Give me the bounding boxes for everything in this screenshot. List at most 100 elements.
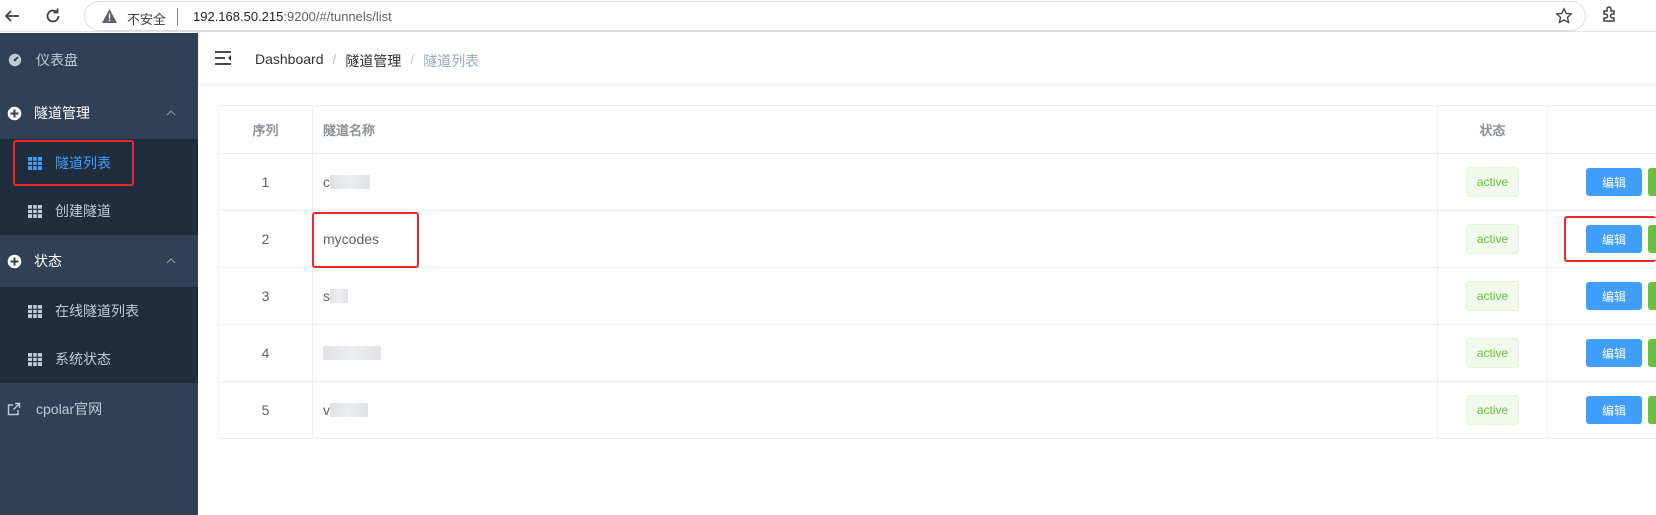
breadcrumb: Dashboard / 隧道管理 / 隧道列表 [255,51,479,71]
redacted-text [323,346,381,360]
header-name: 隧道名称 [313,106,1438,153]
breadcrumb-current: 隧道列表 [423,53,480,69]
sidebar-group-tunnel-mgmt[interactable]: 隧道管理 [0,92,198,134]
table-grid-icon [27,203,43,219]
sidebar-group-status[interactable]: 状态 [0,240,198,282]
sidebar-label-create-tunnel: 创建隧道 [55,203,111,219]
row-index: 5 [219,382,313,438]
sidebar-label-status: 状态 [34,253,62,269]
reload-icon[interactable] [41,4,65,28]
secondary-action-button[interactable] [1648,168,1656,196]
edit-button[interactable]: 编辑 [1586,168,1642,196]
redacted-text [330,175,370,189]
row-actions: 编辑 [1548,268,1656,324]
row-actions: 编辑 [1548,154,1656,210]
sidebar-label-dashboard: 仪表盘 [36,52,78,68]
url-text: 192.168.50.215:9200/#/tunnels/list [193,9,392,24]
tunnel-table: 序列 隧道名称 状态 1 c active 编辑 2 mycodes activ… [218,105,1656,439]
chevron-up-icon [166,255,176,267]
sidebar-item-official-site[interactable]: cpolar官网 [0,388,198,430]
address-bar[interactable]: 不安全 192.168.50.215:9200/#/tunnels/list [84,1,1586,31]
secondary-action-button[interactable] [1648,339,1656,367]
table-grid-icon [27,303,43,319]
row-status: active [1438,211,1548,267]
sidebar-item-system-status[interactable]: 系统状态 [0,335,198,383]
row-index: 2 [219,211,313,267]
row-status: active [1438,325,1548,381]
sidebar-item-online-tunnels[interactable]: 在线隧道列表 [0,287,198,335]
extensions-puzzle-icon[interactable] [1600,4,1620,29]
dashboard-gauge-icon [7,52,23,68]
warning-icon [101,8,118,29]
sidebar-label-online-tunnels: 在线隧道列表 [55,303,139,319]
secondary-action-button[interactable] [1648,225,1656,253]
status-tag: active [1465,224,1520,254]
row-status: active [1438,382,1548,438]
row-name: c [313,154,1438,210]
row-actions: 编辑 [1548,211,1656,267]
table-row: 1 c active 编辑 [219,154,1656,211]
sidebar: 仪表盘 隧道管理 隧道列表 创建隧道 状态 在线隧道列表 系统状态 cpolar… [0,33,198,515]
status-tag: active [1465,338,1520,368]
url-path: :9200/#/tunnels/list [283,9,392,24]
sidebar-item-tunnel-list[interactable]: 隧道列表 [0,139,198,187]
row-name: mycodes [313,211,1438,267]
redacted-text [330,289,348,303]
edit-button[interactable]: 编辑 [1586,339,1642,367]
row-actions: 编辑 [1548,382,1656,438]
table-grid-icon [27,351,43,367]
row-name-text: mycodes [323,231,380,247]
row-status: active [1438,268,1548,324]
status-tag: active [1465,167,1520,197]
edit-button[interactable]: 编辑 [1586,225,1642,253]
back-arrow-icon[interactable] [0,4,24,28]
secondary-action-button[interactable] [1648,282,1656,310]
row-name: v [313,382,1438,438]
table-row: 2 mycodes active 编辑 [219,211,1656,268]
row-name-text: v [323,402,330,418]
table-header-row: 序列 隧道名称 状态 [219,106,1656,154]
sidebar-label-system-status: 系统状态 [55,351,111,367]
row-name-text: s [323,288,330,304]
main-content: Dashboard / 隧道管理 / 隧道列表 序列 隧道名称 状态 1 c a… [198,33,1656,515]
status-circle-icon [6,253,22,269]
secondary-action-button[interactable] [1648,396,1656,424]
row-index: 3 [219,268,313,324]
url-host: 192.168.50.215 [193,9,284,24]
row-actions: 编辑 [1548,325,1656,381]
header-status: 状态 [1438,106,1548,153]
row-name [313,325,1438,381]
breadcrumb-separator: / [410,51,415,67]
sidebar-item-dashboard[interactable]: 仪表盘 [0,39,198,81]
table-row: 3 s active 编辑 [219,268,1656,325]
menu-fold-icon[interactable] [214,50,232,71]
row-name: s [313,268,1438,324]
redacted-text [330,403,368,417]
breadcrumb-section: 隧道管理 [345,53,402,69]
top-navbar: Dashboard / 隧道管理 / 隧道列表 [198,33,1656,85]
insecure-label: 不安全 [127,12,167,27]
status-tag: active [1465,395,1520,425]
breadcrumb-home[interactable]: Dashboard [255,51,324,71]
edit-button[interactable]: 编辑 [1586,396,1642,424]
status-tag: active [1465,281,1520,311]
external-link-icon [6,401,22,417]
tunnel-circle-icon [6,105,22,121]
row-status: active [1438,154,1548,210]
sidebar-label-tunnel-mgmt: 隧道管理 [34,105,90,121]
row-index: 1 [219,154,313,210]
header-actions [1548,106,1656,153]
edit-button[interactable]: 编辑 [1586,282,1642,310]
browser-toolbar: 不安全 192.168.50.215:9200/#/tunnels/list [0,0,1656,32]
bookmark-star-icon[interactable] [1555,7,1573,30]
table-row: 4 active 编辑 [219,325,1656,382]
sidebar-label-tunnel-list: 隧道列表 [55,155,111,171]
row-index: 4 [219,325,313,381]
chevron-up-icon [166,107,176,119]
address-separator [177,8,178,26]
table-grid-icon [27,155,43,171]
sidebar-label-official-site: cpolar官网 [36,401,103,417]
table-row: 5 v active 编辑 [219,382,1656,439]
header-index: 序列 [219,106,313,153]
sidebar-item-create-tunnel[interactable]: 创建隧道 [0,187,198,235]
